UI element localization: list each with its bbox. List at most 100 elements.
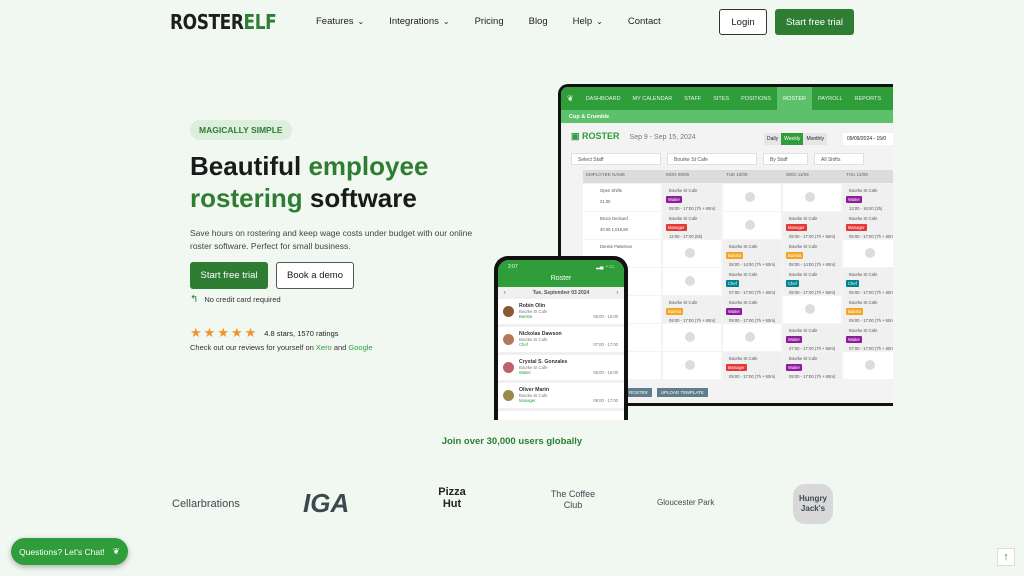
logo[interactable]: ROSTERELF [170, 10, 277, 34]
empty-shift-cell[interactable] [723, 184, 781, 211]
view-switcher: Daily Weekly Monthly [764, 133, 827, 145]
shift-cell[interactable]: Bourke St Cafe Barista 09:00 - 17:00 (7h +… [663, 296, 721, 323]
start-trial-button[interactable]: Start free trial [190, 262, 268, 289]
nav-contact[interactable]: Contact [628, 16, 661, 27]
app-nav-roster[interactable]: ROSTER [777, 87, 812, 110]
shift-cell[interactable]: Bourke St Cafe Waiter 09:00 - 17:00 (7h + … [663, 184, 721, 211]
empty-shift-cell[interactable] [843, 240, 893, 267]
table-row: Open Shifts 21.00 Bourke St Cafe Waiter 09:0… [583, 184, 893, 211]
site-select[interactable]: Bourke St Cafe [667, 153, 757, 165]
role-tag: Waiter [846, 196, 862, 203]
login-button[interactable]: Login [719, 9, 767, 35]
shift-cell[interactable]: Bourke St Cafe Waiter 09:00 - 17:00 (7h + … [723, 296, 781, 323]
employee-name: Denise Patterson [600, 244, 633, 249]
staff-role: Manager [519, 398, 536, 403]
list-item[interactable]: Nickolas Dawson Bourke St Cafe Chef 07:00 -… [498, 327, 624, 355]
logo-text: ROSTER [170, 10, 244, 34]
empty-shift-cell[interactable] [663, 352, 721, 379]
group-select[interactable]: By Staff [763, 153, 808, 165]
elf-leaf-icon: ❦ [112, 546, 120, 556]
roster-title: ROSTER [582, 131, 620, 141]
shift-cell[interactable]: Bourke St Cafe Waiter 13:00 - 16:00 (3h) [843, 184, 893, 211]
logo-text-accent: ELF [243, 10, 277, 34]
chevron-down-icon: ⌄ [442, 17, 450, 26]
shift-cell[interactable]: Bourke St Cafe Chef 09:00 - 17:00 (7h + 60… [843, 268, 893, 295]
employee-name: Open Shifts [600, 188, 622, 193]
add-shift-icon [745, 332, 755, 342]
chevron-down-icon: ⌄ [596, 17, 603, 26]
empty-shift-cell[interactable] [663, 240, 721, 267]
shift-cell[interactable]: Bourke St Cafe Waiter 07:00 - 17:00 (7h + … [843, 324, 893, 351]
shift-time: 09:00 - 17:00 (7h + 60m) [729, 374, 776, 379]
list-item[interactable]: Oliver Marin Bourke St Cafe Manager 08:00 -… [498, 383, 624, 411]
star-icon: ★ [230, 325, 243, 340]
add-shift-icon [865, 248, 875, 258]
employee-cell: Bruce Deckard 40.00 1,018.80 [583, 212, 661, 239]
table-row: 1,102.29Bourke St CafeBarista09:00 - 17:… [583, 296, 893, 323]
brand-logo-iga: IGA [303, 488, 350, 518]
app-nav-dashboard[interactable]: DASHBOARD [580, 87, 627, 110]
shift-cell[interactable]: Bourke St Cafe Manager 09:00 - 17:00 (7h +… [843, 212, 893, 239]
role-tag: Barista [786, 252, 804, 259]
empty-shift-cell[interactable] [723, 212, 781, 239]
empty-shift-cell[interactable] [663, 324, 721, 351]
app-nav-my-calendar[interactable]: MY CALENDAR [627, 87, 679, 110]
chevron-right-icon[interactable]: › [616, 290, 618, 296]
title-part: software [302, 183, 417, 213]
app-nav-sites[interactable]: SITES [707, 87, 735, 110]
empty-shift-cell[interactable] [783, 184, 841, 211]
chat-button[interactable]: Questions? Let's Chat! ❦ [11, 538, 128, 565]
phone-shift-list: Robin Olin Bourke St Cafe Barista 08:00 - 1… [498, 299, 624, 411]
empty-shift-cell[interactable] [723, 324, 781, 351]
shifts-select[interactable]: All Shifts [814, 153, 864, 165]
app-nav-payroll[interactable]: PAYROLL [812, 87, 849, 110]
xero-link[interactable]: Xero [316, 343, 332, 352]
shift-cell[interactable]: Bourke St Cafe Waiter 07:00 - 17:00 (7h + … [783, 324, 841, 351]
app-nav: ❦ DASHBOARD MY CALENDAR STAFF SITES POSITIONS… [561, 87, 893, 110]
no-credit-card-note: ↰ No credit card required [190, 294, 281, 305]
shift-site: Bourke St Cafe [789, 272, 818, 277]
roster-grid: EMPLOYEE NAME MON 09/09 TUE 10/09 WED 11/09… [583, 170, 893, 379]
nav-pricing[interactable]: Pricing [475, 16, 504, 27]
list-item[interactable]: Crystal S. Gonzales Bourke St Cafe Waiter 0… [498, 355, 624, 383]
nav-blog[interactable]: Blog [529, 16, 548, 27]
shift-cell[interactable]: Bourke St Cafe Manager 09:00 - 17:00 (7h +… [723, 352, 781, 379]
shift-cell[interactable]: Bourke St Cafe Waiter 09:00 - 17:00 (7h + … [783, 352, 841, 379]
shift-cell[interactable]: Bourke St Cafe Chef 09:00 - 17:00 (7h + 60… [783, 268, 841, 295]
empty-shift-cell[interactable] [663, 268, 721, 295]
role-tag: Manager [846, 224, 867, 231]
role-tag: Waiter [666, 196, 682, 203]
book-demo-button[interactable]: Book a demo [276, 262, 354, 289]
start-trial-header-button[interactable]: Start free trial [775, 9, 854, 35]
chevron-left-icon[interactable]: ‹ [504, 290, 506, 296]
shift-cell[interactable]: Bourke St Cafe Manager 09:00 - 17:00 (7h +… [783, 212, 841, 239]
app-nav-reports[interactable]: REPORTS [849, 87, 888, 110]
nav-integrations[interactable]: Integrations ⌄ [389, 16, 449, 27]
nav-features[interactable]: Features ⌄ [316, 16, 364, 27]
date-range-input[interactable]: 09/09/2024 - 15/0 [843, 133, 893, 145]
upload-template-button[interactable]: UPLOAD TEMPLATE [656, 388, 708, 397]
list-item[interactable]: Robin Olin Bourke St Cafe Barista 08:00 - 1… [498, 299, 624, 327]
nav-help[interactable]: Help ⌄ [573, 16, 603, 27]
shift-cell[interactable]: Bourke St Cafe Manager 12:00 - 17:00 (5h) [663, 212, 721, 239]
shift-cell[interactable]: Bourke St Cafe Barista 09:00 - 17:00 (7h +… [843, 296, 893, 323]
shift-cell[interactable]: Bourke St Cafe Barista 08:00 - 14:00 (7h +… [783, 240, 841, 267]
shift-cell[interactable]: Bourke St Cafe Barista 08:00 - 14:00 (7h +… [723, 240, 781, 267]
column-header: THU 12/09 [843, 170, 893, 183]
app-nav-positions[interactable]: POSITIONS [735, 87, 777, 110]
chevron-down-icon: ⌄ [357, 17, 365, 26]
staff-select[interactable]: Select Staff [571, 153, 661, 165]
table-row: Denise Patterson875.90Bourke St CafeBari… [583, 240, 893, 267]
scroll-to-top-button[interactable]: ↑ [997, 548, 1015, 566]
role-tag: Barista [846, 308, 864, 315]
brand-logo-cellarbrations: Cellarbrations [172, 498, 240, 510]
view-monthly[interactable]: Monthly [803, 133, 827, 145]
google-link[interactable]: Google [348, 343, 372, 352]
shift-cell[interactable]: Bourke St Cafe Chef 07:00 - 17:00 (7h + 60… [723, 268, 781, 295]
app-nav-staff[interactable]: STAFF [678, 87, 707, 110]
view-weekly[interactable]: Weekly [781, 133, 804, 145]
nav-label: Features [316, 16, 354, 27]
empty-shift-cell[interactable] [783, 296, 841, 323]
empty-shift-cell[interactable] [843, 352, 893, 379]
view-daily[interactable]: Daily [764, 133, 781, 145]
